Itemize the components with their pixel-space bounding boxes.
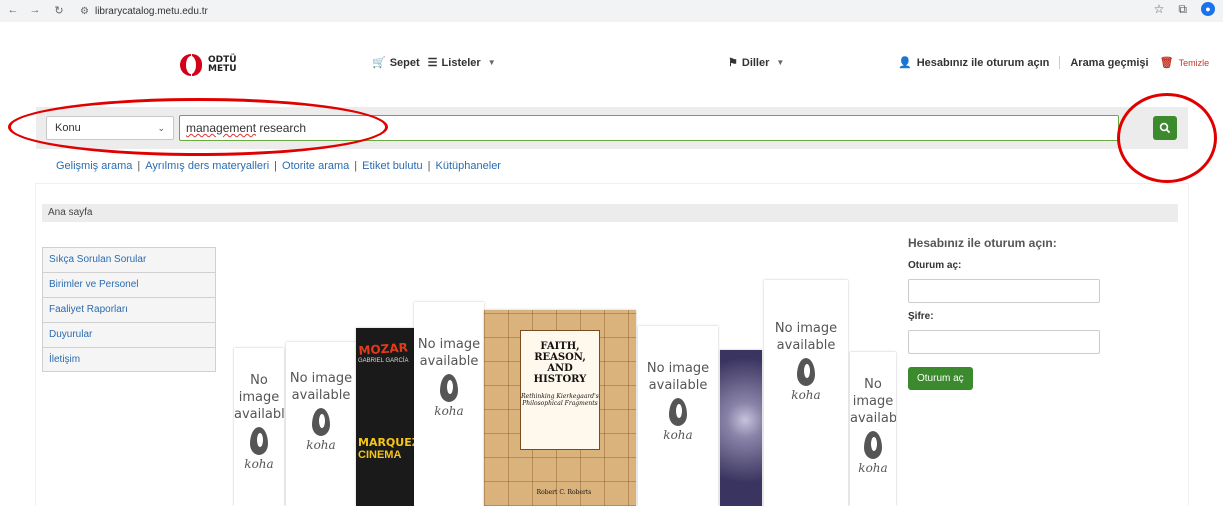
sidebar-nav: Sıkça Sorulan Sorular Birimler ve Person… bbox=[42, 247, 216, 372]
cart-icon: 🛒 bbox=[372, 57, 386, 69]
site-logo[interactable]: ODTÜ METU bbox=[180, 54, 237, 76]
url-text: librarycatalog.metu.edu.tr bbox=[94, 5, 208, 17]
tag-cloud-link[interactable]: Etiket bulutu bbox=[362, 160, 423, 172]
secondary-search-links: Gelişmiş arama | Ayrılmış ders materyall… bbox=[56, 160, 501, 172]
koha-logo-icon bbox=[250, 427, 268, 455]
search-button[interactable] bbox=[1153, 116, 1177, 140]
search-input[interactable]: management research bbox=[179, 115, 1119, 141]
list-icon: ☰ bbox=[427, 57, 438, 69]
breadcrumb: Ana sayfa bbox=[42, 204, 1178, 222]
lists-dropdown[interactable]: Listeler bbox=[442, 57, 481, 69]
user-icon: 👤 bbox=[898, 57, 912, 69]
book-author: Robert C. Roberts bbox=[536, 489, 592, 496]
bookmark-star-icon[interactable]: ☆ bbox=[1154, 2, 1165, 17]
cover-card[interactable]: No imageavailable koha bbox=[286, 342, 356, 506]
clear-history-link[interactable]: Temizle bbox=[1179, 58, 1210, 68]
authority-search-link[interactable]: Otorite arama bbox=[282, 160, 349, 172]
chevron-down-icon: ▼ bbox=[776, 58, 785, 67]
chevron-down-icon: ▼ bbox=[487, 58, 496, 67]
cover-card-book[interactable] bbox=[720, 350, 762, 506]
query-word: research bbox=[259, 121, 307, 135]
cart-link[interactable]: Sepet bbox=[390, 57, 420, 69]
password-label: Şifre: bbox=[908, 311, 934, 322]
login-section-label: Oturum aç: bbox=[908, 260, 962, 271]
login-link[interactable]: Hesabınız ile oturum açın bbox=[917, 57, 1050, 69]
sidebar-item-activity-reports[interactable]: Faaliyet Raporları bbox=[42, 297, 216, 322]
languages-dropdown[interactable]: Diller bbox=[742, 57, 770, 69]
koha-logo-icon bbox=[797, 358, 815, 386]
koha-logo-icon bbox=[312, 408, 330, 436]
arrow-right-icon[interactable]: → bbox=[28, 4, 42, 16]
book-title: FAITH, REASON, AND HISTORY bbox=[533, 341, 587, 385]
sidebar-item-contact[interactable]: İletişim bbox=[42, 347, 216, 372]
cart-and-lists: 🛒 Sepet ☰ Listeler ▼ bbox=[372, 56, 496, 70]
username-field[interactable] bbox=[908, 279, 1100, 303]
koha-logo-icon bbox=[440, 374, 458, 402]
arrow-left-icon[interactable]: ← bbox=[6, 4, 20, 16]
query-word: management bbox=[186, 121, 257, 135]
cover-flow-carousel: No imageavailable koha No imageavailable… bbox=[232, 232, 932, 506]
login-panel: Hesabınız ile oturum açın: Oturum aç: Şi… bbox=[908, 236, 1178, 390]
cover-card-book-faith-reason-history[interactable]: FAITH, REASON, AND HISTORY Rethinking Ki… bbox=[484, 310, 636, 506]
address-bar[interactable]: ⚙ librarycatalog.metu.edu.tr bbox=[80, 3, 208, 19]
advanced-search-link[interactable]: Gelişmiş arama bbox=[56, 160, 132, 172]
flag-icon: ⚑ bbox=[728, 57, 738, 69]
search-icon bbox=[1159, 122, 1171, 134]
koha-logo-icon bbox=[864, 431, 882, 459]
search-field-select[interactable]: Konu ⌄ bbox=[46, 116, 174, 140]
search-history-link[interactable]: Arama geçmişi bbox=[1070, 57, 1148, 69]
profile-avatar-icon[interactable]: ● bbox=[1201, 2, 1215, 16]
metu-logo-icon bbox=[180, 54, 202, 76]
logo-text: ODTÜ METU bbox=[208, 55, 237, 74]
book-subtitle: Rethinking Kierkegaard's Philosophical F… bbox=[521, 393, 599, 407]
browser-toolbar: ← → ↻ ⚙ librarycatalog.metu.edu.tr ☆ ⧉ ● bbox=[0, 0, 1223, 22]
trash-icon: 🗑 bbox=[1159, 57, 1174, 69]
search-field-value: Konu bbox=[55, 122, 81, 134]
search-bar: Konu ⌄ management research bbox=[36, 107, 1188, 149]
cover-card[interactable]: No imageavailable koha bbox=[764, 280, 848, 506]
main-content: Ana sayfa Sıkça Sorulan Sorular Birimler… bbox=[36, 184, 1188, 506]
reload-icon[interactable]: ↻ bbox=[52, 4, 66, 17]
divider bbox=[1059, 56, 1061, 69]
extensions-icon[interactable]: ⧉ bbox=[1178, 2, 1187, 17]
breadcrumb-home-link[interactable]: Ana sayfa bbox=[48, 207, 92, 218]
chevron-down-icon: ⌄ bbox=[157, 122, 165, 133]
language-menu[interactable]: ⚑ Diller ▼ bbox=[728, 56, 785, 70]
password-field[interactable] bbox=[908, 330, 1100, 354]
login-button[interactable]: Oturum aç bbox=[908, 367, 973, 390]
site-info-icon[interactable]: ⚙ bbox=[80, 6, 89, 17]
koha-logo-icon bbox=[669, 398, 687, 426]
cover-card[interactable]: No imageavailable koha bbox=[414, 302, 484, 506]
sidebar-item-faq[interactable]: Sıkça Sorulan Sorular bbox=[42, 247, 216, 272]
cover-card[interactable]: No imageavailable koha bbox=[850, 352, 896, 506]
login-heading: Hesabınız ile oturum açın: bbox=[908, 236, 1057, 250]
cover-card-book[interactable]: MOZAR GABRIEL GARCÍA MARQUEZ CINEMA bbox=[356, 328, 414, 506]
user-menu: 👤 Hesabınız ile oturum açın Arama geçmiş… bbox=[898, 56, 1209, 69]
sidebar-item-announcements[interactable]: Duyurular bbox=[42, 322, 216, 347]
cover-card[interactable]: No imageavailable koha bbox=[638, 326, 718, 506]
libraries-link[interactable]: Kütüphaneler bbox=[436, 160, 501, 172]
sidebar-item-units-staff[interactable]: Birimler ve Personel bbox=[42, 272, 216, 297]
course-reserves-link[interactable]: Ayrılmış ders materyalleri bbox=[145, 160, 269, 172]
cover-card[interactable]: No imageavailable koha bbox=[234, 348, 284, 506]
